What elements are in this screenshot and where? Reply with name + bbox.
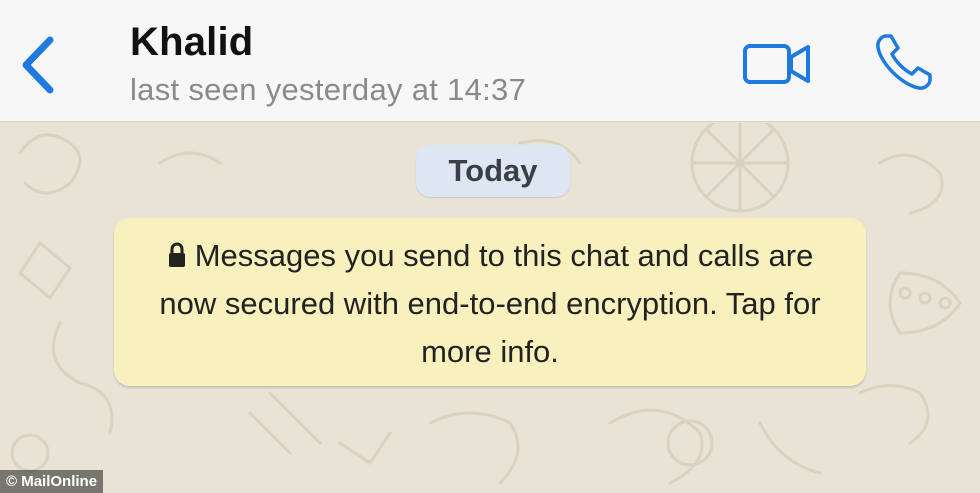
chevron-left-icon xyxy=(22,36,54,94)
date-separator: Today xyxy=(416,145,570,197)
notice-body: Messages you send to this chat and calls… xyxy=(144,232,836,376)
lock-icon xyxy=(168,242,185,267)
chat-area[interactable]: Today Messages you send to this chat and… xyxy=(0,123,980,493)
watermark: © MailOnline xyxy=(0,470,104,493)
video-camera-icon xyxy=(743,44,810,84)
watermark-text: © MailOnline xyxy=(6,473,98,490)
video-call-button[interactable] xyxy=(740,40,814,90)
date-label: Today xyxy=(448,153,538,188)
encryption-notice[interactable]: Messages you send to this chat and calls… xyxy=(114,218,866,386)
back-button[interactable] xyxy=(14,30,64,100)
chat-header: Khalid last seen yesterday at 14:37 xyxy=(0,0,980,122)
chat-screen: Khalid last seen yesterday at 14:37 Toda… xyxy=(0,0,980,493)
last-seen-status: last seen yesterday at 14:37 xyxy=(130,72,527,107)
contact-name[interactable]: Khalid xyxy=(130,20,253,65)
voice-call-button[interactable] xyxy=(872,30,936,94)
phone-icon xyxy=(876,34,932,90)
encryption-notice-text: Messages you send to this chat and calls… xyxy=(159,238,821,369)
